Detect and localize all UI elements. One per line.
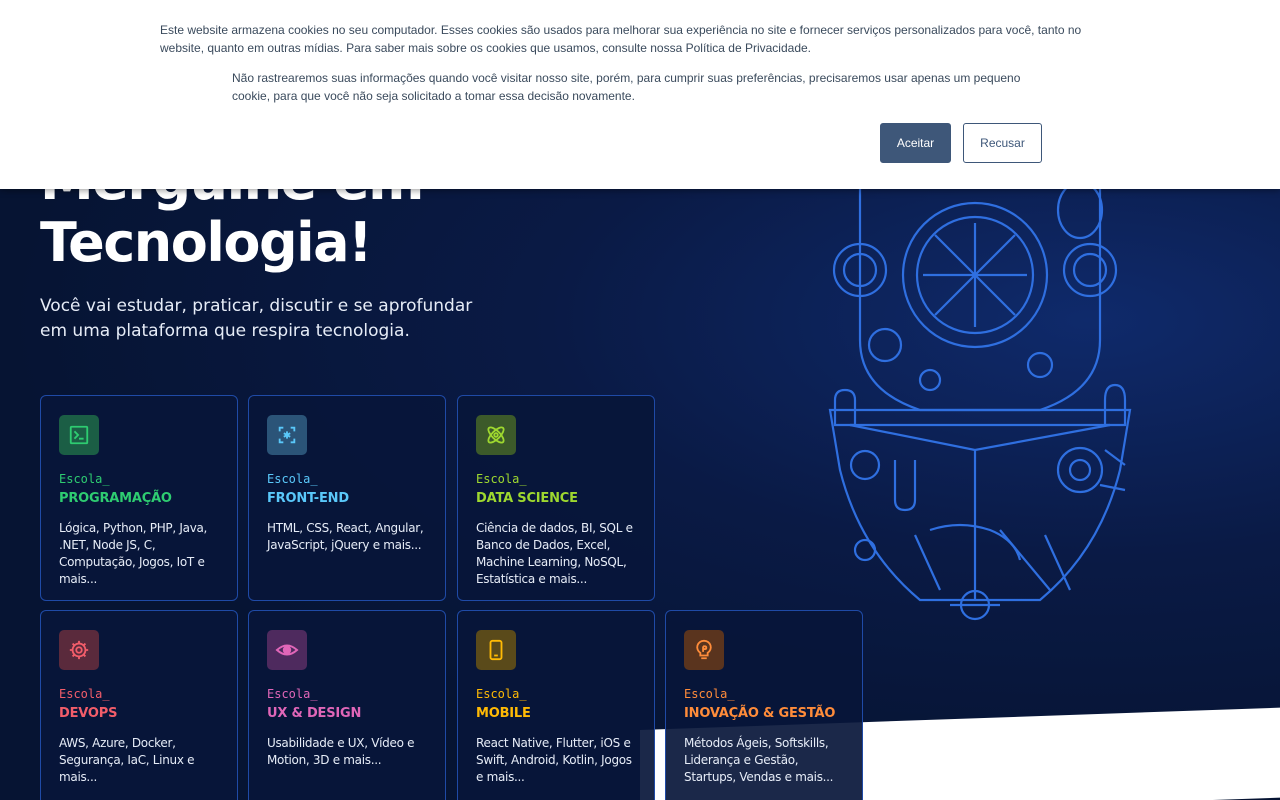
school-name: FRONT-END [267, 491, 349, 506]
school-topics: AWS, Azure, Docker, Segurança, IaC, Linu… [59, 736, 195, 784]
school-prefix: Escola_ [476, 472, 527, 486]
school-topics: Lógica, Python, PHP, Java, .NET, Node JS… [59, 521, 208, 586]
lightbulb-icon [684, 630, 724, 670]
eye-icon [267, 630, 307, 670]
brackets-asterisk-icon [267, 415, 307, 455]
school-prefix: Escola_ [684, 687, 735, 701]
school-topics: React Native, Flutter, iOS e Swift, Andr… [476, 736, 632, 784]
school-name: DATA SCIENCE [476, 491, 578, 506]
reject-cookies-button[interactable]: Recusar [963, 123, 1042, 163]
cookie-text-primary: Este website armazena cookies no seu com… [160, 23, 1082, 55]
school-card-inovacao-gestao[interactable]: Escola_ INOVAÇÃO & GESTÃO Métodos Ágeis,… [665, 610, 863, 800]
school-card-front-end[interactable]: Escola_ FRONT-END HTML, CSS, React, Angu… [248, 395, 446, 601]
hero-subtitle: Você vai estudar, praticar, discutir e s… [40, 296, 473, 341]
atom-icon [476, 415, 516, 455]
cookie-consent-banner: Este website armazena cookies no seu com… [0, 0, 1280, 189]
phone-icon [476, 630, 516, 670]
school-prefix: Escola_ [267, 687, 318, 701]
headline-line-2: Tecnologia! [40, 211, 373, 274]
gear-icon [59, 630, 99, 670]
school-topics: HTML, CSS, React, Angular, JavaScript, j… [267, 521, 424, 552]
terminal-icon [59, 415, 99, 455]
school-topics: Usabilidade e UX, Vídeo e Motion, 3D e m… [267, 736, 415, 767]
accept-cookies-button[interactable]: Aceitar [880, 123, 951, 163]
school-prefix: Escola_ [59, 687, 110, 701]
school-name: UX & DESIGN [267, 706, 362, 721]
school-prefix: Escola_ [476, 687, 527, 701]
school-prefix: Escola_ [59, 472, 110, 486]
school-card-data-science[interactable]: Escola_ DATA SCIENCE Ciência de dados, B… [457, 395, 655, 601]
cookie-text-secondary: Não rastrearemos suas informações quando… [232, 71, 1021, 103]
diving-helmet-illustration [828, 158, 1132, 621]
school-name: PROGRAMAÇÃO [59, 491, 172, 506]
school-prefix: Escola_ [267, 472, 318, 486]
school-name: MOBILE [476, 706, 531, 721]
school-card-programacao[interactable]: Escola_ PROGRAMAÇÃO Lógica, Python, PHP,… [40, 395, 238, 601]
school-card-devops[interactable]: Escola_ DEVOPS AWS, Azure, Docker, Segur… [40, 610, 238, 800]
school-topics: Ciência de dados, BI, SQL e Banco de Dad… [476, 521, 633, 586]
school-card-ux-design[interactable]: Escola_ UX & DESIGN Usabilidade e UX, Ví… [248, 610, 446, 800]
school-card-mobile[interactable]: Escola_ MOBILE React Native, Flutter, iO… [457, 610, 655, 800]
school-topics: Métodos Ágeis, Softskills, Liderança e G… [684, 736, 834, 784]
school-name: DEVOPS [59, 706, 118, 721]
school-name: INOVAÇÃO & GESTÃO [684, 706, 836, 721]
